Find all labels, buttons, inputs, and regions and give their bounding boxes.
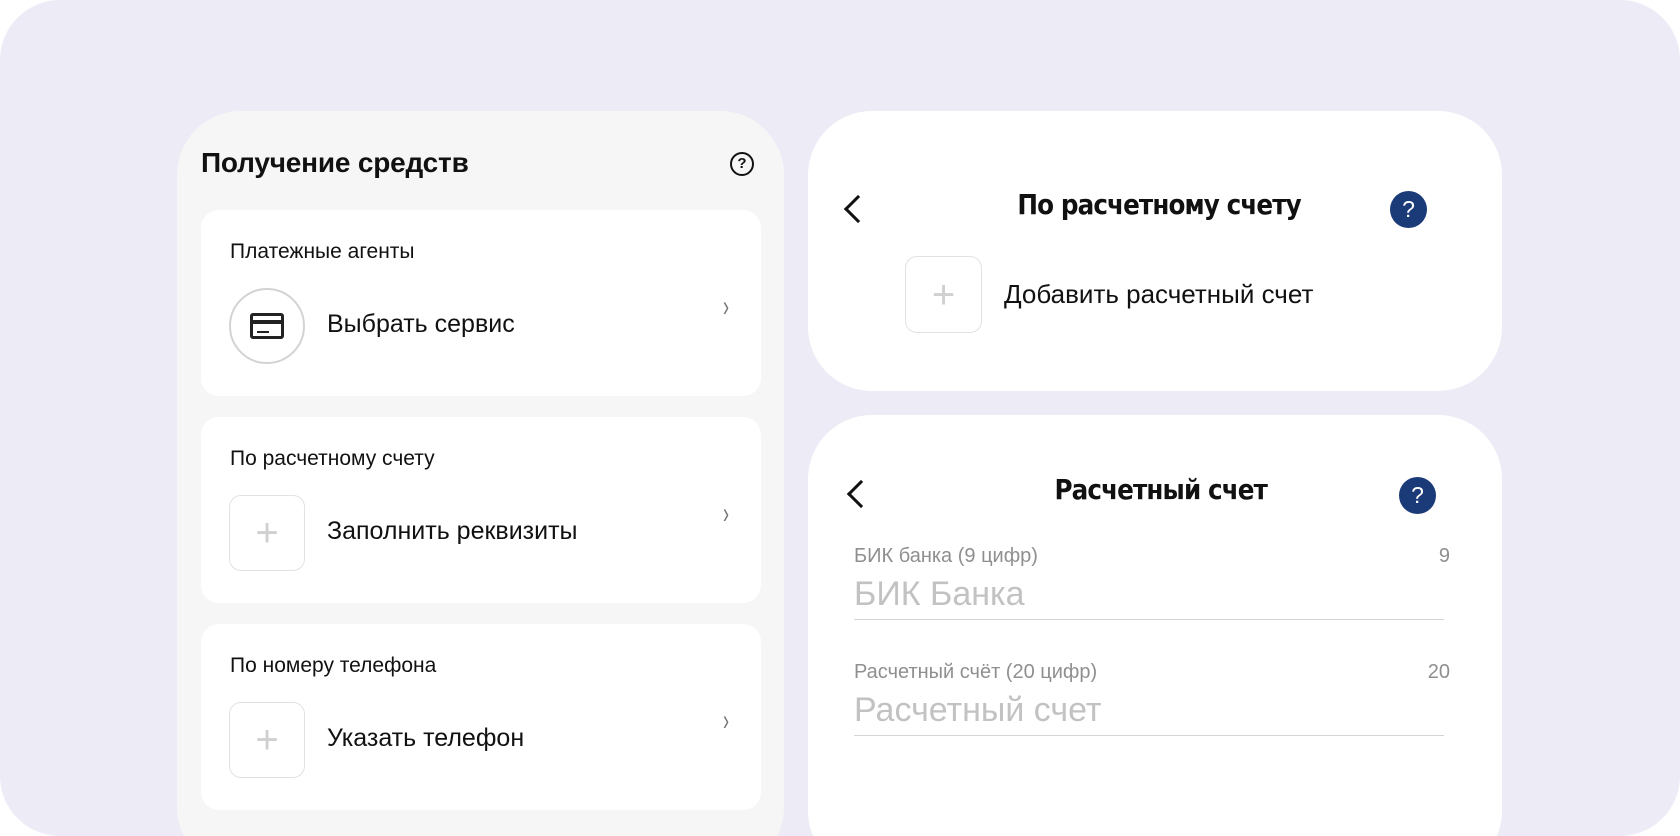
chevron-right-icon: › — [723, 704, 729, 737]
account-form-panel: Расчетный счет ? БИК банка (9 цифр) 9 Ра… — [808, 415, 1502, 836]
card-heading: По номеру телефона — [230, 654, 437, 677]
app-canvas: Получение средств ? Платежные агенты Выб… — [0, 0, 1680, 836]
account-digit-count: 20 — [1427, 661, 1450, 683]
account-number-input[interactable] — [854, 686, 1444, 736]
page-title: Получение средств — [201, 147, 469, 178]
panel-title: По расчетному счету — [1017, 188, 1301, 221]
back-arrow-icon[interactable] — [846, 479, 876, 509]
card-heading: По расчетному счету — [230, 447, 435, 470]
phone-number-card[interactable]: По номеру телефона + Указать телефон › — [201, 624, 761, 810]
account-field-label: Расчетный счёт (20 цифр) — [854, 661, 1098, 683]
add-account-button[interactable]: + — [905, 256, 982, 333]
choose-service-label: Выбрать сервис — [327, 310, 515, 338]
credit-card-icon — [229, 288, 305, 364]
add-account-label[interactable]: Добавить расчетный счет — [1004, 279, 1313, 310]
chevron-right-icon: › — [723, 497, 729, 530]
plus-icon: + — [229, 495, 305, 571]
bik-field-label: БИК банка (9 цифр) — [854, 545, 1038, 567]
fill-details-label: Заполнить реквизиты — [327, 517, 578, 545]
plus-icon: + — [931, 272, 956, 317]
panel-title: Расчетный счет — [1054, 473, 1268, 506]
payment-agents-card[interactable]: Платежные агенты Выбрать сервис › — [201, 210, 761, 396]
card-heading: Платежные агенты — [230, 240, 415, 263]
help-icon[interactable]: ? — [730, 152, 754, 176]
bank-account-card[interactable]: По расчетному счету + Заполнить реквизит… — [201, 417, 761, 603]
specify-phone-label: Указать телефон — [327, 724, 525, 752]
bik-digit-count: 9 — [1438, 545, 1450, 567]
back-arrow-icon[interactable] — [843, 194, 873, 224]
plus-icon: + — [229, 702, 305, 778]
help-icon[interactable]: ? — [1399, 477, 1436, 514]
bank-account-panel: По расчетному счету ? + Добавить расчетн… — [808, 111, 1502, 391]
chevron-right-icon: › — [723, 290, 729, 323]
bik-input[interactable] — [854, 570, 1444, 620]
help-icon[interactable]: ? — [1390, 191, 1427, 228]
funds-receipt-panel: Получение средств ? Платежные агенты Выб… — [177, 111, 784, 836]
